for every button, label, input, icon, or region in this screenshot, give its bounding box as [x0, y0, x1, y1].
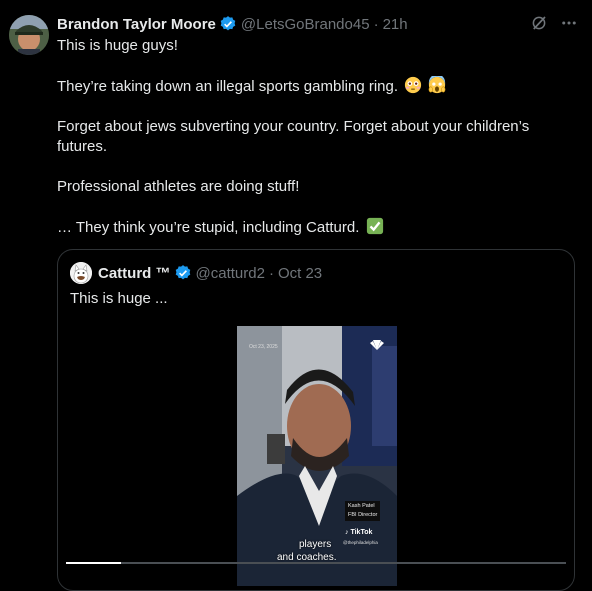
- grok-icon[interactable]: [530, 14, 548, 32]
- author-name[interactable]: Brandon Taylor Moore: [57, 16, 216, 33]
- tweet-line: [57, 197, 567, 217]
- scream-emoji: [428, 76, 446, 94]
- tweet-actions-top: [530, 14, 578, 32]
- verified-badge-icon: [175, 265, 190, 280]
- nbc-peacock-icon: [370, 340, 384, 350]
- tweet-line: Forget about jews subverting your countr…: [57, 118, 530, 155]
- quote-author-name[interactable]: Catturd ™: [98, 265, 171, 282]
- quoted-tweet[interactable]: Catturd ™ @catturd2 · Oct 23 This is hug…: [57, 249, 575, 591]
- quote-separator: ·: [268, 264, 274, 282]
- quote-text: This is huge ...: [70, 290, 168, 307]
- tweet-text: This is huge guys! They’re taking down a…: [57, 36, 567, 238]
- more-icon[interactable]: [560, 14, 578, 32]
- quote-date[interactable]: Oct 23: [278, 265, 322, 282]
- quote-avatar[interactable]: [70, 262, 92, 284]
- tweet-time[interactable]: 21h: [383, 16, 408, 33]
- author-handle[interactable]: @LetsGoBrando45: [241, 16, 370, 33]
- quote-author-handle[interactable]: @catturd2: [196, 265, 265, 282]
- quote-video[interactable]: Oct 23, 2025 Kash Patel FBI Director ♪ T…: [237, 326, 397, 586]
- video-date-overlay: Oct 23, 2025: [249, 344, 278, 350]
- header-separator: ·: [373, 15, 379, 33]
- video-progress-bar[interactable]: [66, 562, 566, 564]
- tweet-line: … They think you’re stupid, including Ca…: [57, 217, 567, 238]
- tweet-line: This is huge guys!: [57, 37, 178, 54]
- video-subtitle: players and coaches.: [277, 539, 337, 563]
- quote-header: Catturd ™ @catturd2 · Oct 23: [70, 262, 322, 284]
- tweet-line: [57, 157, 567, 177]
- tiktok-watermark: ♪ TikTok: [345, 529, 373, 536]
- tweet-line: Professional athletes are doing stuff!: [57, 178, 300, 195]
- tweet-line: [57, 56, 567, 76]
- video-progress-fill: [66, 562, 121, 564]
- video-nameplate: Kash Patel FBI Director: [345, 501, 381, 521]
- flushed-face-emoji: [405, 76, 422, 94]
- verified-badge-icon: [220, 16, 236, 31]
- tweet-line: They’re taking down an illegal sports ga…: [57, 76, 567, 97]
- check-mark-emoji: [366, 217, 383, 235]
- tweet-header: Brandon Taylor Moore @LetsGoBrando45 · 2…: [57, 14, 408, 34]
- author-avatar[interactable]: [9, 15, 49, 55]
- tweet-line: [57, 97, 567, 117]
